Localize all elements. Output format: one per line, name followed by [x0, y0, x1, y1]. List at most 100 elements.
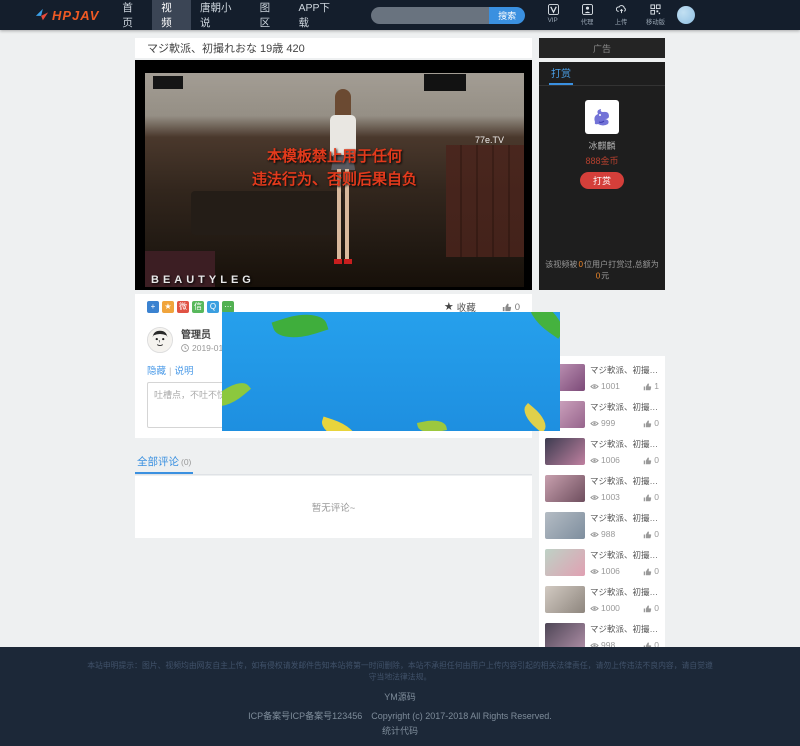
- main-menu: 首页 视频 唐朝小说 图区 APP下载: [113, 0, 349, 30]
- menu-item-home[interactable]: 首页: [113, 0, 152, 30]
- menu-item-videos[interactable]: 视频: [152, 0, 191, 30]
- person-icon: [581, 4, 593, 16]
- related-video-item[interactable]: マジ軟派、初撮れおな 19歳 420 1006 0: [545, 544, 659, 581]
- video-thumbnail: [545, 512, 585, 539]
- video-thumbnail: [545, 475, 585, 502]
- gift-price: 888金币: [585, 154, 618, 167]
- footer-site-name: YM源码: [60, 690, 740, 703]
- footer-disclaimer: 本站申明提示：图片、视频均由网友自主上传，如有侵权请发邮件告知本站将第一时间删除…: [87, 660, 713, 682]
- tab-reward[interactable]: 打赏: [549, 62, 573, 85]
- like-button[interactable]: 0: [502, 302, 520, 313]
- related-video-title: マジ軟派、初撮れおな 19歳 419: [590, 364, 659, 376]
- related-video-title: マジ軟派、初撮れおな 19歳 413: [590, 475, 659, 487]
- eye-icon: [590, 567, 599, 576]
- related-video-item[interactable]: マジ軟派、初撮れおな 19歳 255 1006 0: [545, 433, 659, 470]
- eye-icon: [590, 419, 599, 428]
- related-video-item[interactable]: マジ軟派、初撮れおな 19歳 413 1003 0: [545, 470, 659, 507]
- share-add-icon[interactable]: +: [147, 301, 159, 313]
- author-avatar[interactable]: [147, 327, 173, 353]
- related-video-title: マジ軟派、初撮れおな 19歳 247: [590, 623, 659, 635]
- thumb-up-icon: [643, 604, 652, 613]
- site-logo[interactable]: HPJAV: [35, 8, 99, 23]
- thumb-up-icon: [643, 419, 652, 428]
- related-video-title: マジ軟派、初撮れおな 19歳 420: [590, 549, 659, 561]
- upload-button[interactable]: 上传: [609, 4, 633, 27]
- footer-stats-link[interactable]: 统计代码: [60, 724, 740, 737]
- search-bar: 搜索: [371, 7, 525, 24]
- search-input[interactable]: [371, 7, 489, 24]
- reward-summary: 该视频被0位用户打赏过,总额为0元: [542, 259, 662, 282]
- thumb-up-icon: [643, 567, 652, 576]
- share-weibo-icon[interactable]: 微: [177, 301, 189, 313]
- video-title-bar: マジ軟派、初撮れおな 19歳 420: [135, 38, 532, 58]
- related-video-item[interactable]: マジ軟派、初撮れおな 19歳 419 1001 1: [545, 359, 659, 396]
- search-button[interactable]: 搜索: [489, 7, 525, 24]
- logo-icon: [35, 8, 49, 22]
- video-thumbnail: [545, 586, 585, 613]
- eye-icon: [590, 382, 599, 391]
- video-frame: 77e.TV 本模板禁止用于任何 违法行为、否则后果自负 BEAUTYLEG: [145, 73, 524, 287]
- eye-icon: [590, 456, 599, 465]
- top-navbar: HPJAV 首页 视频 唐朝小说 图区 APP下载 搜索 VIP: [0, 0, 800, 30]
- qr-code-icon: [649, 4, 661, 16]
- mobile-qr-button[interactable]: 移动版: [643, 4, 667, 27]
- related-video-title: マジ軟派、初撮れおな 19歳 418: [590, 512, 659, 524]
- reward-panel: 打赏 冰麒麟 888金币 打赏 该视频被0位用户打赏过,总额为0元: [539, 62, 665, 290]
- leaf-decoration: [318, 417, 359, 431]
- ad-placeholder: 广告: [539, 38, 665, 58]
- share-wechat-icon[interactable]: 信: [192, 301, 204, 313]
- menu-item-novels[interactable]: 唐朝小说: [191, 0, 251, 30]
- related-video-item[interactable]: マジ軟派、初撮れおな 19歳 411 999 0: [545, 396, 659, 433]
- related-video-title: マジ軟派、初撮れおな 19歳 411: [590, 401, 659, 413]
- gift-item: 冰麒麟 888金币 打赏: [539, 100, 665, 189]
- overlay-warning-text: 本模板禁止用于任何 违法行为、否则后果自负: [145, 145, 524, 192]
- clock-icon: [181, 344, 189, 352]
- leaf-decoration: [522, 312, 560, 339]
- related-video-item[interactable]: マジ軟派、初撮れおな 19歳 418 988 0: [545, 507, 659, 544]
- floating-ad-banner[interactable]: [222, 312, 560, 431]
- hide-link[interactable]: 隐藏: [147, 366, 166, 377]
- menu-item-app-download[interactable]: APP下载: [289, 0, 349, 30]
- decor-speaker: [153, 76, 183, 89]
- thumb-up-icon: [643, 530, 652, 539]
- eye-icon: [590, 604, 599, 613]
- related-video-item[interactable]: マジ軟派、初撮れおな 19歳 412 1000 0: [545, 581, 659, 618]
- eye-icon: [590, 530, 599, 539]
- share-qq-icon[interactable]: Q: [207, 301, 219, 313]
- nav-actions: VIP 代理 上传 移动版: [541, 4, 667, 27]
- desc-link[interactable]: 说明: [174, 366, 193, 377]
- user-avatar[interactable]: [677, 6, 695, 24]
- video-player[interactable]: 77e.TV 本模板禁止用于任何 违法行为、否则后果自负 BEAUTYLEG: [135, 60, 532, 290]
- vip-button[interactable]: VIP: [541, 4, 565, 27]
- video-title: マジ軟派、初撮れおな 19歳 420: [147, 40, 305, 56]
- leaf-decoration: [417, 417, 447, 431]
- video-thumbnail: [545, 549, 585, 576]
- page-footer: 本站申明提示：图片、视频均由网友自主上传，如有侵权请发邮件告知本站将第一时间删除…: [0, 647, 800, 746]
- leaf-decoration: [272, 312, 329, 345]
- comments-header: 全部评论 (0): [135, 450, 532, 475]
- comments-count: (0): [181, 457, 191, 467]
- share-qzone-icon[interactable]: ★: [162, 301, 174, 313]
- logo-text: HPJAV: [52, 8, 99, 23]
- vip-icon: [547, 4, 559, 16]
- leaf-decoration: [222, 376, 251, 413]
- proxy-button[interactable]: 代理: [575, 4, 599, 27]
- gift-image[interactable]: [585, 100, 619, 134]
- thumb-up-icon: [502, 302, 512, 312]
- comments-empty-state: 暂无评论~: [135, 476, 532, 538]
- footer-copyright: ICP备案号ICP备案号123456 Copyright (c) 2017-20…: [60, 709, 740, 722]
- thumb-up-icon: [643, 493, 652, 502]
- thumb-up-icon: [643, 382, 652, 391]
- video-watermark: 77e.TV: [475, 135, 504, 145]
- related-video-title: マジ軟派、初撮れおな 19歳 412: [590, 586, 659, 598]
- menu-item-pictures[interactable]: 图区: [251, 0, 290, 30]
- reward-button[interactable]: 打赏: [580, 172, 624, 189]
- gift-name: 冰麒麟: [588, 139, 615, 152]
- tab-all-comments[interactable]: 全部评论 (0): [135, 450, 193, 474]
- related-video-title: マジ軟派、初撮れおな 19歳 255: [590, 438, 659, 450]
- video-thumbnail: [545, 623, 585, 650]
- video-thumbnail: [545, 438, 585, 465]
- star-icon: ★: [444, 302, 454, 313]
- decor-speaker: [424, 74, 466, 91]
- video-brand-text: BEAUTYLEG: [151, 274, 255, 286]
